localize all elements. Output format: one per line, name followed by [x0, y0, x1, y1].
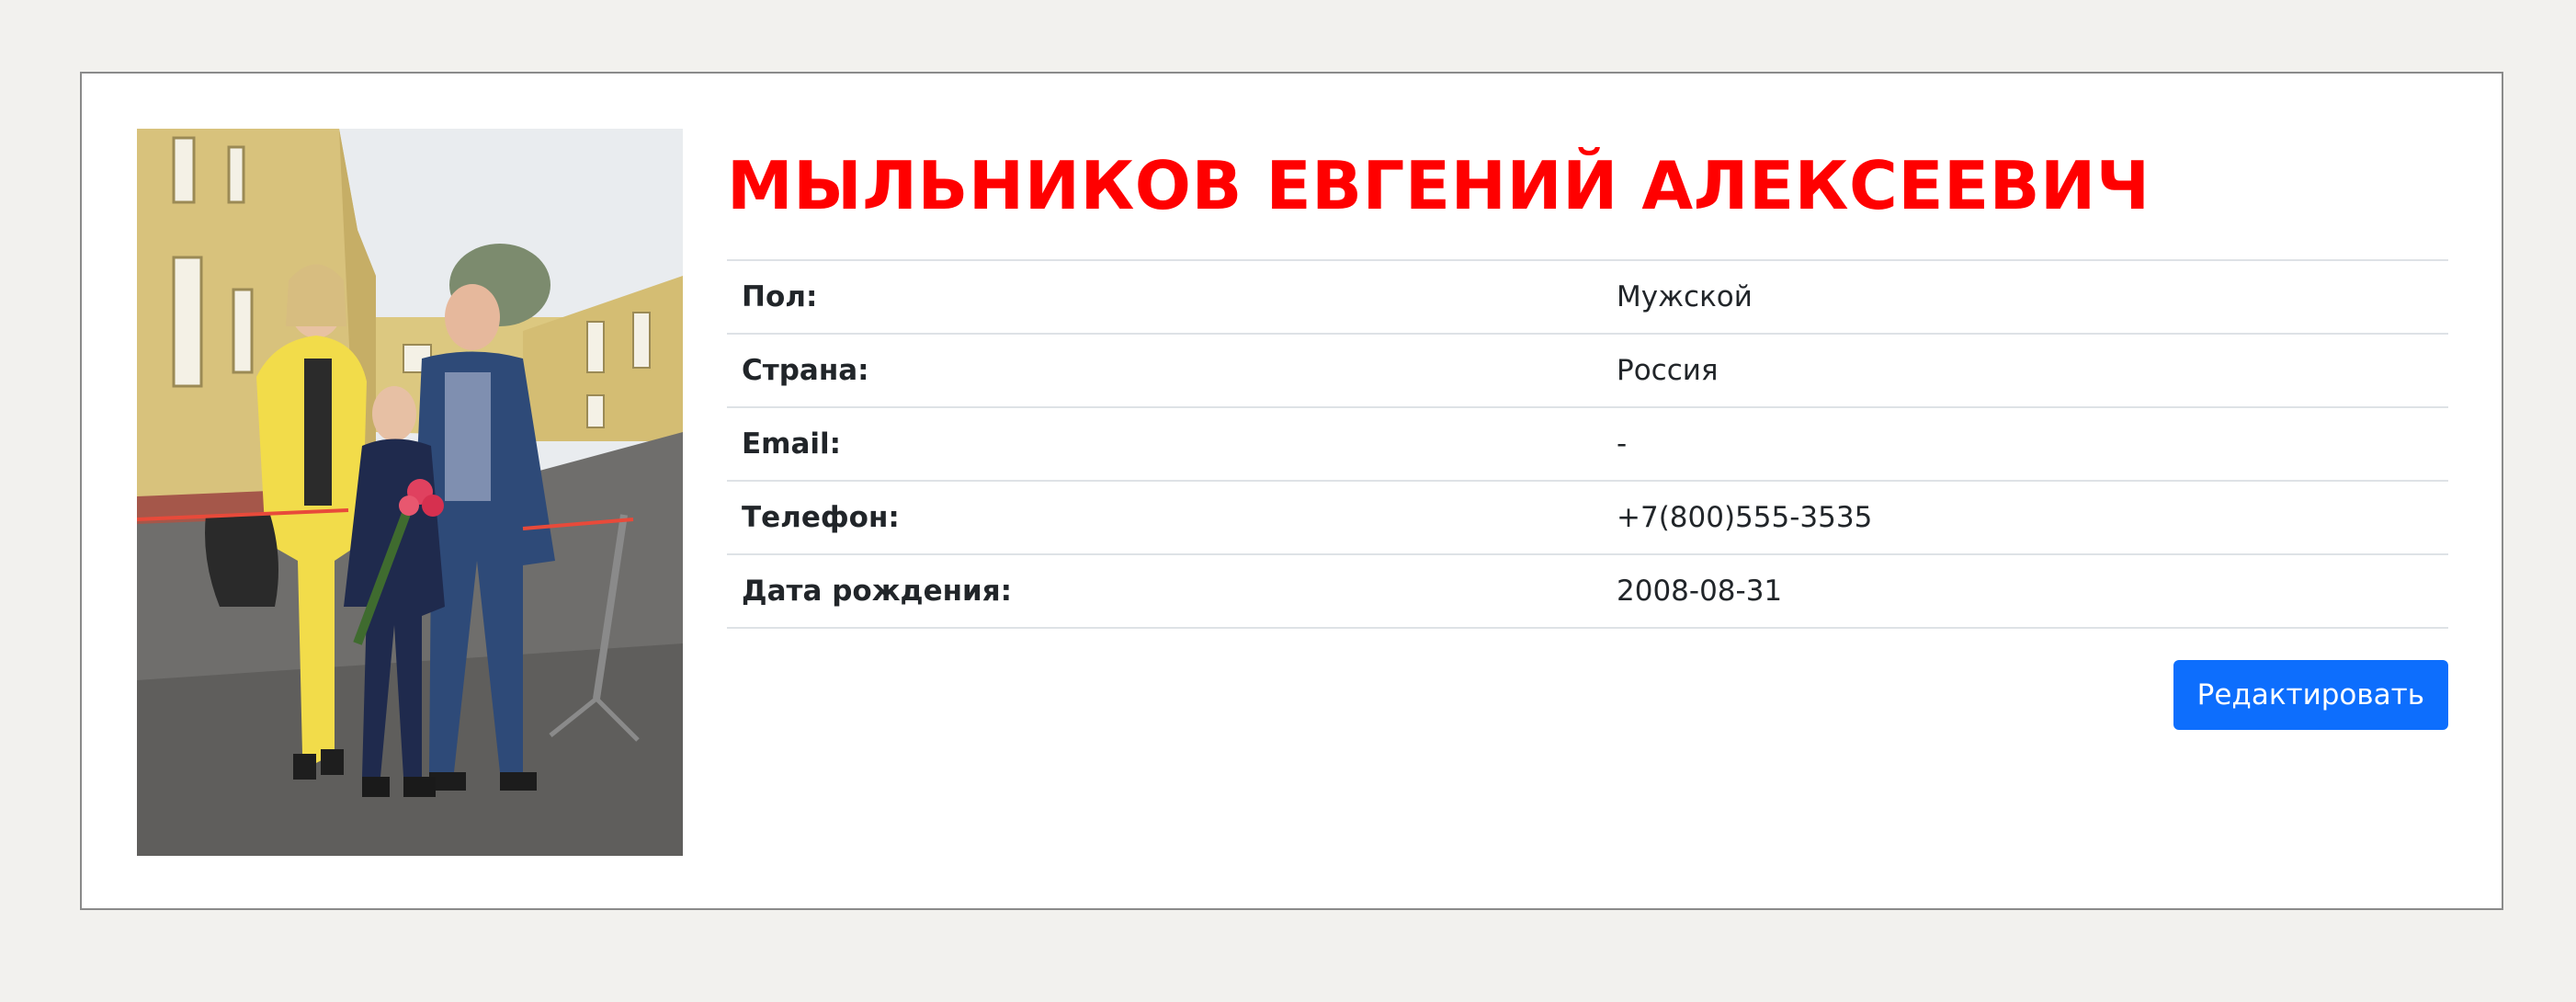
table-row-phone: Телефон: +7(800)555-3535 [727, 480, 2448, 554]
phone-label: Телефон: [727, 480, 1602, 554]
email-label: Email: [727, 406, 1602, 481]
birthdate-label: Дата рождения: [727, 553, 1602, 629]
table-row-birthdate: Дата рождения: 2008-08-31 [727, 553, 2448, 629]
birthdate-value: 2008-08-31 [1602, 553, 2448, 629]
gender-value: Мужской [1602, 259, 2448, 334]
profile-actions: Редактировать [727, 660, 2448, 730]
family-photo-image [137, 129, 683, 856]
country-value: Россия [1602, 333, 2448, 407]
profile-details: МЫЛЬНИКОВ ЕВГЕНИЙ АЛЕКСЕЕВИЧ Пол: Мужско… [727, 129, 2448, 730]
table-row-email: Email: - [727, 406, 2448, 481]
profile-photo [137, 129, 683, 856]
email-value: - [1602, 406, 2448, 481]
phone-value: +7(800)555-3535 [1602, 480, 2448, 554]
country-label: Страна: [727, 333, 1602, 407]
table-row-gender: Пол: Мужской [727, 259, 2448, 334]
profile-name: МЫЛЬНИКОВ ЕВГЕНИЙ АЛЕКСЕЕВИЧ [727, 147, 2150, 224]
gender-label: Пол: [727, 259, 1602, 334]
edit-button[interactable]: Редактировать [2173, 660, 2448, 730]
profile-card: МЫЛЬНИКОВ ЕВГЕНИЙ АЛЕКСЕЕВИЧ Пол: Мужско… [80, 72, 2503, 910]
table-row-country: Страна: Россия [727, 333, 2448, 407]
profile-info-table: Пол: Мужской Страна: Россия Email: - Тел… [727, 259, 2448, 629]
